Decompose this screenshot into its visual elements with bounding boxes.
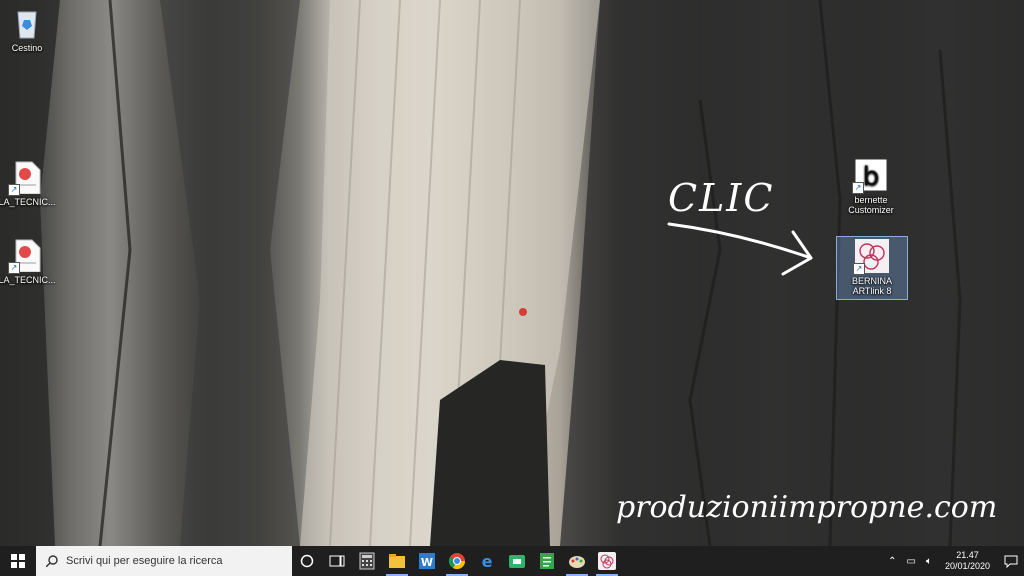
svg-text:W: W bbox=[421, 556, 433, 569]
taskbar-app-word[interactable]: W bbox=[412, 546, 442, 576]
annotation-arrow bbox=[667, 222, 813, 276]
task-view-button[interactable] bbox=[322, 546, 352, 576]
calculator-icon bbox=[359, 552, 375, 570]
clock-date: 20/01/2020 bbox=[944, 561, 990, 571]
recycle-bin-icon bbox=[10, 6, 44, 40]
shortcut-arrow-icon: ↗ bbox=[8, 184, 20, 196]
watermark-text: produzioniimpropne.com bbox=[616, 490, 998, 525]
taskbar-app-store[interactable] bbox=[502, 546, 532, 576]
notifications-button[interactable] bbox=[998, 546, 1024, 576]
shortcut-arrow-icon: ↗ bbox=[852, 182, 864, 194]
desktop-icon-label: LA_TECNIC... bbox=[0, 197, 56, 207]
windows-logo-icon bbox=[11, 554, 25, 568]
cortana-icon bbox=[300, 554, 314, 568]
volume-icon[interactable]: 🔈︎ bbox=[921, 556, 937, 567]
desktop-icon-recycle-bin[interactable]: Cestino bbox=[0, 6, 62, 53]
word-icon: W bbox=[419, 553, 435, 569]
shortcut-arrow-icon: ↗ bbox=[8, 262, 20, 274]
clock[interactable]: 21.47 20/01/2020 bbox=[937, 550, 998, 572]
desktop-icon-pdf-2[interactable]: ↗ LA_TECNIC... bbox=[0, 238, 62, 285]
taskbar-app-chrome[interactable] bbox=[442, 546, 472, 576]
pdf-file-icon: ↗ bbox=[8, 160, 44, 196]
search-placeholder: Scrivi qui per eseguire la ricerca bbox=[66, 555, 223, 567]
taskbar-app-edge[interactable]: e bbox=[472, 546, 502, 576]
desktop-icon-bernina-artlink[interactable]: ↗ BERNINA ARTlink 8 bbox=[836, 236, 908, 300]
paint-icon bbox=[569, 556, 585, 568]
taskbar: Scrivi qui per eseguire la ricerca W e ⌃… bbox=[0, 546, 1024, 576]
notes-icon bbox=[540, 553, 554, 569]
search-box[interactable]: Scrivi qui per eseguire la ricerca bbox=[36, 546, 292, 576]
desktop-icon-label: bernette Customizer bbox=[848, 195, 894, 215]
bernina-artlink-icon: ↗ bbox=[853, 239, 889, 275]
bernina-artlink-icon bbox=[598, 552, 616, 570]
start-button[interactable] bbox=[0, 546, 36, 576]
search-icon bbox=[46, 555, 58, 567]
taskbar-app-notes[interactable] bbox=[532, 546, 562, 576]
shortcut-arrow-icon: ↗ bbox=[853, 263, 865, 275]
annotation-text: CLIC bbox=[668, 176, 775, 220]
svg-text:b: b bbox=[863, 162, 880, 192]
desktop-icon-label: BERNINA ARTlink 8 bbox=[851, 276, 892, 296]
notification-icon bbox=[1004, 555, 1018, 568]
pdf-file-icon: ↗ bbox=[8, 238, 44, 274]
desktop-icon-label: Cestino bbox=[11, 43, 43, 53]
system-tray: ⌃ ▭ 🔈︎ 21.47 20/01/2020 bbox=[883, 546, 1024, 576]
file-explorer-icon bbox=[389, 554, 405, 568]
taskbar-app-paint[interactable] bbox=[562, 546, 592, 576]
taskbar-app-file-explorer[interactable] bbox=[382, 546, 412, 576]
taskbar-app-calculator[interactable] bbox=[352, 546, 382, 576]
edge-icon: e bbox=[482, 552, 493, 570]
clock-time: 21.47 bbox=[956, 550, 979, 560]
store-icon bbox=[509, 555, 525, 568]
cortana-button[interactable] bbox=[292, 546, 322, 576]
desktop-icon-pdf-1[interactable]: ↗ LA_TECNIC... bbox=[0, 160, 62, 207]
chevron-up-icon[interactable]: ⌃ bbox=[883, 556, 901, 567]
battery-icon[interactable]: ▭ bbox=[902, 556, 921, 567]
svg-text:e: e bbox=[482, 552, 493, 570]
desktop-icon-label: LA_TECNIC... bbox=[0, 275, 56, 285]
desktop-icon-bernette[interactable]: b ↗ bernette Customizer bbox=[836, 158, 906, 215]
taskbar-app-bernina[interactable] bbox=[592, 546, 622, 576]
task-view-icon bbox=[329, 555, 345, 567]
bernette-app-icon: b ↗ bbox=[852, 158, 888, 194]
chrome-icon bbox=[448, 553, 466, 570]
